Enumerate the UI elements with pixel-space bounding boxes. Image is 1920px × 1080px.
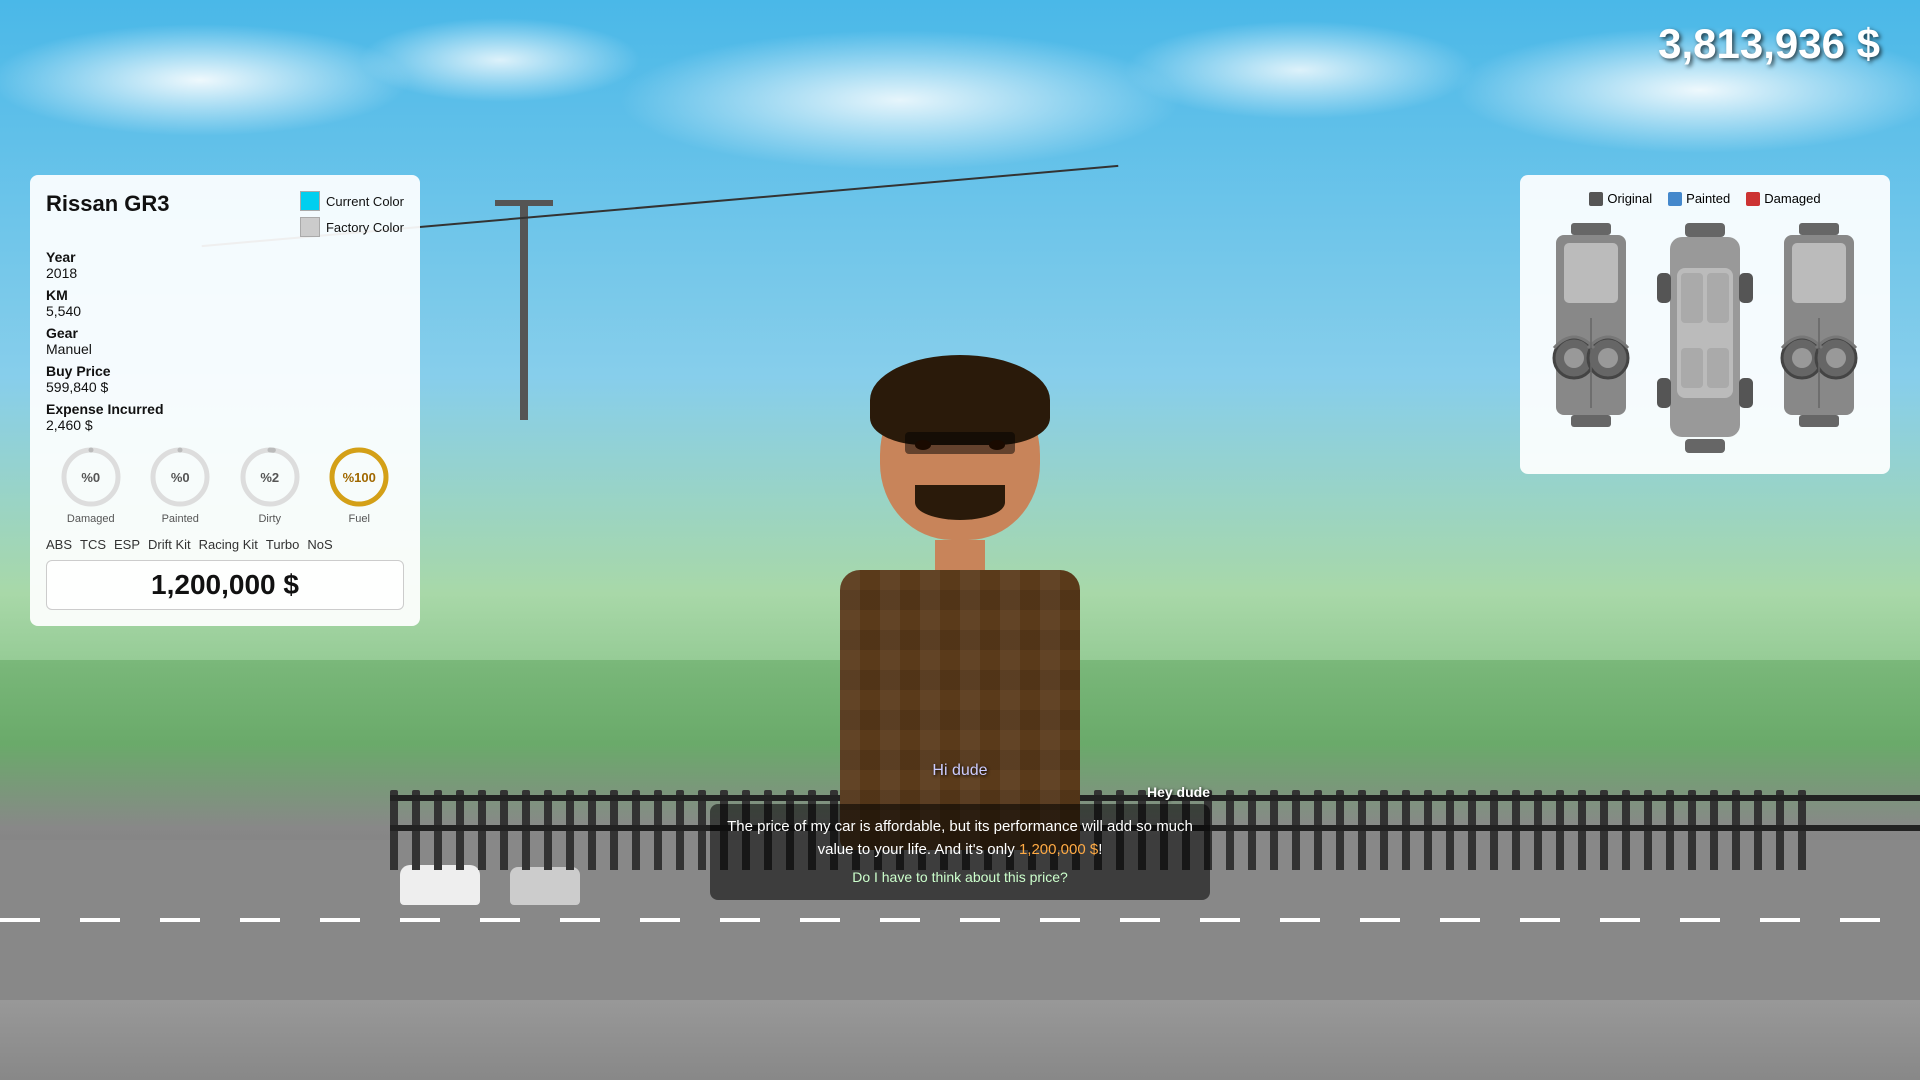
extra-drift: Drift Kit [148,537,191,552]
gauge-dirty-label: Dirty [258,513,281,525]
current-color-swatch [300,191,320,211]
expense-row: Expense Incurred 2,460 $ [46,401,404,433]
gauge-fuel-circle: %100 [327,445,391,509]
legend-damaged-label: Damaged [1764,191,1820,206]
final-price[interactable]: 1,200,000 $ [46,560,404,610]
car-side-right-svg [1774,218,1864,458]
car-view-left [1546,218,1636,458]
legend-original: Original [1589,191,1652,206]
buy-price-label: Buy Price [46,363,404,379]
buy-price-value: 599,840 $ [46,379,404,395]
car-diagram [1536,218,1874,458]
extras-row: ABS TCS ESP Drift Kit Racing Kit Turbo N… [46,537,404,552]
character-beard [915,485,1005,520]
km-label: KM [46,287,404,303]
legend-original-dot [1589,192,1603,206]
character-face [900,410,1020,520]
dialogue-question: Do I have to think about this price? [726,867,1194,888]
car-view-top [1655,218,1755,458]
legend-original-label: Original [1607,191,1652,206]
extra-turbo: Turbo [266,537,299,552]
gauge-damaged-value: %0 [81,470,100,485]
dialogue-box: Hi dude Hey dude The price of my car is … [710,762,1210,900]
car-diagram-panel: Original Painted Damaged [1520,175,1890,474]
gauge-painted-value: %0 [171,470,190,485]
color-indicators: Current Color Factory Color [300,191,404,237]
character-eye-right [989,440,1005,450]
car-top-svg [1655,218,1755,458]
scene-car-1 [400,865,480,905]
car-info-panel: Rissan GR3 Current Color Factory Color Y… [30,175,420,626]
buy-price-row: Buy Price 599,840 $ [46,363,404,395]
extra-racing: Racing Kit [199,537,258,552]
gear-label: Gear [46,325,404,341]
year-row: Year 2018 [46,249,404,281]
car-view-right [1774,218,1864,458]
factory-color-row: Factory Color [300,217,404,237]
extra-abs: ABS [46,537,72,552]
expense-label: Expense Incurred [46,401,404,417]
legend-painted: Painted [1668,191,1730,206]
car-title: Rissan GR3 [46,191,170,217]
year-label: Year [46,249,404,265]
dialogue-speaker: Hey dude [710,784,1210,800]
power-pole [520,200,528,420]
legend-painted-dot [1668,192,1682,206]
dialogue-highlight: 1,200,000 $ [1019,841,1098,858]
dialogue-main-text: The price of my car is affordable, but i… [727,818,1193,858]
extra-tcs: TCS [80,537,106,552]
legend-damaged: Damaged [1746,191,1820,206]
km-row: KM 5,540 [46,287,404,319]
gauge-painted-label: Painted [162,513,199,525]
dialogue-text: The price of my car is affordable, but i… [710,804,1210,900]
current-color-label: Current Color [326,194,404,209]
factory-color-label: Factory Color [326,220,404,235]
gear-value: Manuel [46,341,404,357]
gauge-dirty-circle: %2 [238,445,302,509]
gauge-fuel: %100 Fuel [327,445,391,525]
gauge-dirty-value: %2 [260,470,279,485]
expense-value: 2,460 $ [46,417,404,433]
gauge-damaged: %0 Damaged [59,445,123,525]
gauges-row: %0 Damaged %0 Painted %2 [46,445,404,525]
current-color-row: Current Color [300,191,404,211]
extra-esp: ESP [114,537,140,552]
gauge-painted-circle: %0 [148,445,212,509]
money-display: 3,813,936 $ [1658,20,1880,68]
character-neck [935,540,985,570]
gauge-painted: %0 Painted [148,445,212,525]
year-value: 2018 [46,265,404,281]
gauge-damaged-circle: %0 [59,445,123,509]
gauge-fuel-value: %100 [343,470,376,485]
gear-row: Gear Manuel [46,325,404,357]
car-side-left-svg [1546,218,1636,458]
panel-header: Rissan GR3 Current Color Factory Color [46,191,404,237]
gauge-fuel-label: Fuel [349,513,370,525]
legend-damaged-dot [1746,192,1760,206]
legend-painted-label: Painted [1686,191,1730,206]
gauge-dirty: %2 Dirty [238,445,302,525]
dialogue-npc: Hi dude [710,762,1210,780]
gauge-damaged-label: Damaged [67,513,115,525]
diagram-legend: Original Painted Damaged [1536,191,1874,206]
scene-car-2 [510,867,580,905]
factory-color-swatch [300,217,320,237]
extra-nos: NoS [307,537,332,552]
character-head [880,370,1040,540]
km-value: 5,540 [46,303,404,319]
character-eye-left [915,440,931,450]
